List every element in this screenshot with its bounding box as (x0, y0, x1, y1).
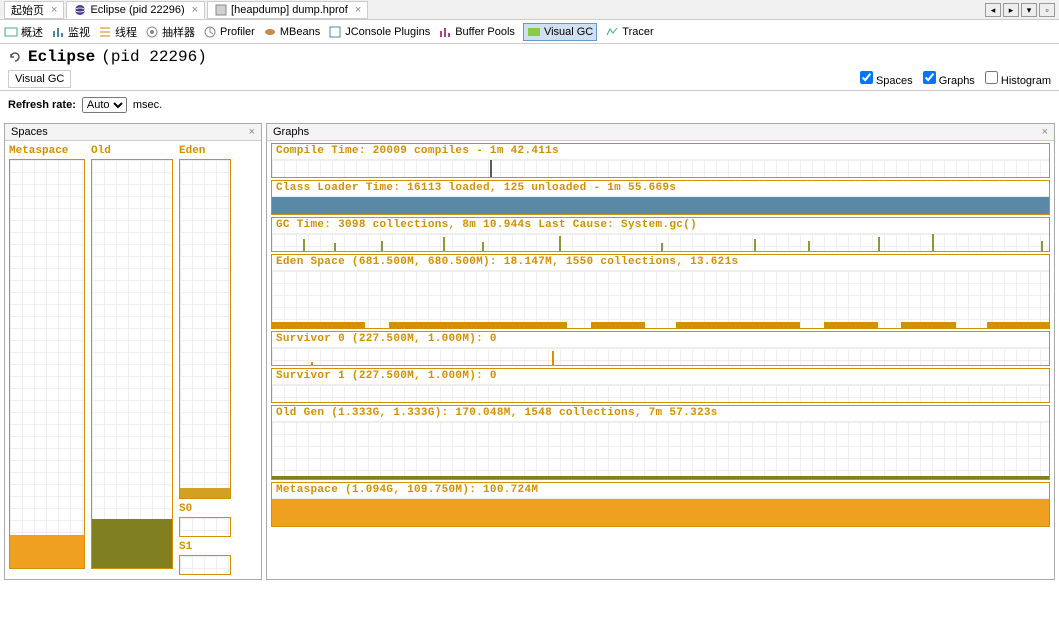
close-icon[interactable]: × (1042, 126, 1048, 138)
metaspace-chart-graph (272, 498, 1049, 526)
tool-profiler[interactable]: Profiler (203, 25, 255, 39)
spaces-header: Spaces × (5, 124, 261, 141)
bufferpools-icon (438, 25, 452, 39)
graph-survivor0: Survivor 0 (227.500M, 1.000M): 0 (271, 331, 1050, 366)
graphs-panel: Graphs × Compile Time: 20009 compiles - … (266, 123, 1055, 580)
tab-heapdump[interactable]: [heapdump] dump.hprof × (207, 1, 368, 19)
spaces-panel: Spaces × Metaspace Old Eden S0 (4, 123, 262, 580)
refresh-unit: msec. (133, 99, 162, 111)
graph-compile: Compile Time: 20009 compiles - 1m 42.411… (271, 143, 1050, 178)
tracer-icon (605, 25, 619, 39)
nav-prev-icon[interactable]: ◂ (985, 3, 1001, 17)
check-graphs[interactable]: Graphs (923, 71, 975, 87)
heapdump-icon (214, 3, 228, 17)
old-chart (91, 159, 173, 569)
graph-oldgen: Old Gen (1.333G, 1.333G): 170.048M, 1548… (271, 405, 1050, 480)
refresh-select[interactable]: Auto (82, 97, 127, 113)
close-icon[interactable]: × (51, 4, 57, 16)
close-icon[interactable]: × (192, 4, 198, 16)
eclipse-icon (73, 3, 87, 17)
space-eden: Eden S0 S1 (179, 145, 231, 575)
compile-chart (272, 159, 1049, 177)
tool-overview[interactable]: 概述 (4, 24, 43, 40)
jconsole-icon (328, 25, 342, 39)
refresh-row: Refresh rate: Auto msec. (0, 91, 1059, 119)
space-metaspace: Metaspace (9, 145, 85, 575)
graph-survivor1: Survivor 1 (227.500M, 1.000M): 0 (271, 368, 1050, 403)
tab-label: [heapdump] dump.hprof (231, 4, 348, 16)
tab-eclipse[interactable]: Eclipse (pid 22296) × (66, 1, 205, 19)
eden-chart-graph (272, 270, 1049, 328)
sampler-icon (145, 25, 159, 39)
view-toggles: Spaces Graphs Histogram (860, 71, 1051, 87)
visualgc-icon (527, 25, 541, 39)
tool-bufferpools[interactable]: Buffer Pools (438, 25, 515, 39)
app-title: Eclipse (pid 22296) (0, 44, 1059, 68)
main-area: Spaces × Metaspace Old Eden S0 (0, 119, 1059, 584)
tool-tracer[interactable]: Tracer (605, 25, 653, 39)
tool-mbeans[interactable]: MBeans (263, 25, 320, 39)
overview-icon (4, 25, 18, 39)
space-old: Old (91, 145, 173, 575)
classloader-chart (272, 196, 1049, 214)
refresh-label: Refresh rate: (8, 99, 76, 111)
threads-icon (98, 25, 112, 39)
title-pid: (pid 22296) (101, 48, 207, 66)
mbeans-icon (263, 25, 277, 39)
graph-eden: Eden Space (681.500M, 680.500M): 18.147M… (271, 254, 1050, 329)
gctime-chart (272, 233, 1049, 251)
graph-metaspace: Metaspace (1.094G, 109.750M): 100.724M (271, 482, 1050, 527)
title-name: Eclipse (28, 48, 95, 66)
monitor-icon (51, 25, 65, 39)
tab-startpage[interactable]: 起始页 × (4, 1, 64, 19)
nav-dropdown-icon[interactable]: ▾ (1021, 3, 1037, 17)
sub-tabs: Visual GC Spaces Graphs Histogram (0, 68, 1059, 91)
check-spaces[interactable]: Spaces (860, 71, 913, 87)
check-histogram[interactable]: Histogram (985, 71, 1051, 87)
close-icon[interactable]: × (355, 4, 361, 16)
metaspace-chart (9, 159, 85, 569)
tool-visualgc[interactable]: Visual GC (523, 23, 597, 41)
nav-maximize-icon[interactable]: ▫ (1039, 3, 1055, 17)
refresh-icon[interactable] (8, 50, 22, 64)
graph-classloader: Class Loader Time: 16113 loaded, 125 unl… (271, 180, 1050, 215)
s0-chart (179, 517, 231, 537)
tool-sampler[interactable]: 抽样器 (145, 24, 195, 40)
toolbar: 概述 监视 线程 抽样器 Profiler MBeans JConsole Pl… (0, 20, 1059, 44)
graphs-header: Graphs × (267, 124, 1054, 141)
s1-chart (179, 555, 231, 575)
subtab-visualgc[interactable]: Visual GC (8, 70, 71, 88)
survivor0-chart (272, 347, 1049, 365)
oldgen-chart (272, 421, 1049, 479)
survivor1-chart (272, 384, 1049, 402)
spaces-body: Metaspace Old Eden S0 S1 (5, 141, 261, 579)
document-tabs: 起始页 × Eclipse (pid 22296) × [heapdump] d… (0, 0, 1059, 20)
eden-chart (179, 159, 231, 499)
graph-gctime: GC Time: 3098 collections, 8m 10.944s La… (271, 217, 1050, 252)
tool-monitor[interactable]: 监视 (51, 24, 90, 40)
close-icon[interactable]: × (249, 126, 255, 138)
tool-jconsole[interactable]: JConsole Plugins (328, 25, 430, 39)
profiler-icon (203, 25, 217, 39)
tab-label: Eclipse (pid 22296) (90, 4, 184, 16)
graphs-body: Compile Time: 20009 compiles - 1m 42.411… (267, 141, 1054, 529)
tab-nav: ◂ ▸ ▾ ▫ (985, 3, 1059, 17)
tool-threads[interactable]: 线程 (98, 24, 137, 40)
tab-label: 起始页 (11, 2, 44, 18)
nav-next-icon[interactable]: ▸ (1003, 3, 1019, 17)
